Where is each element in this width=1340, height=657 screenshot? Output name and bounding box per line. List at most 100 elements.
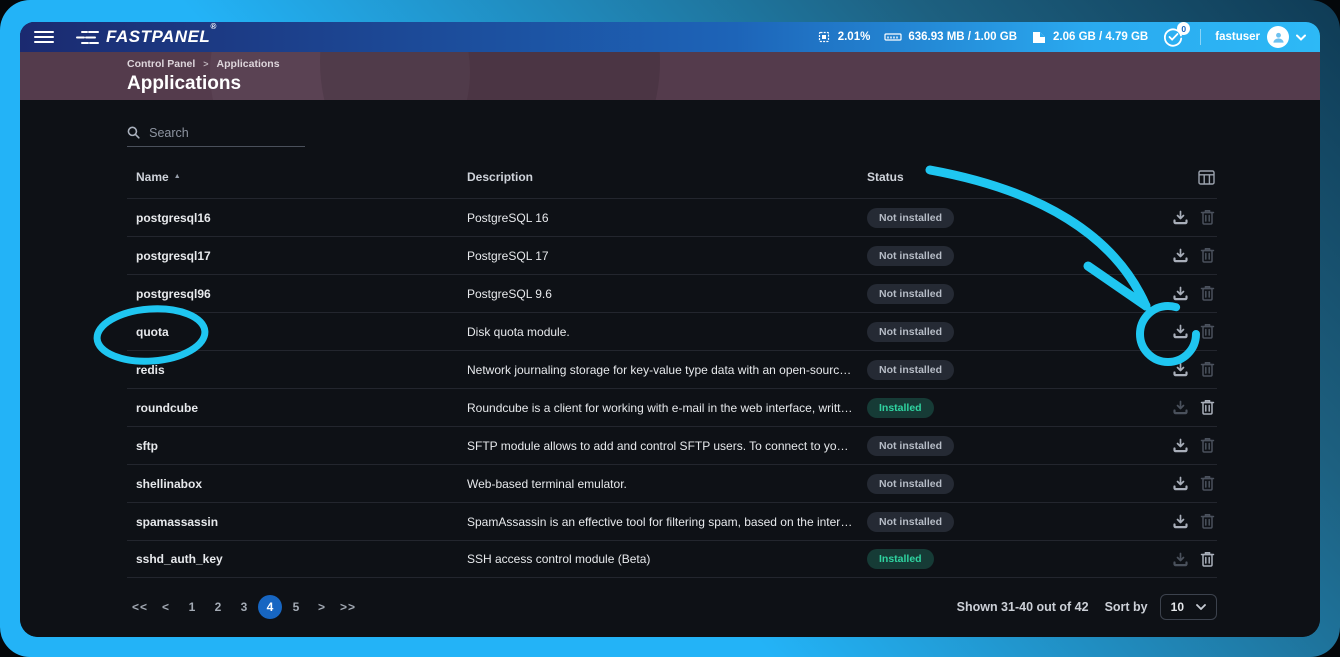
pagination-prev[interactable]: < [153, 596, 179, 618]
ram-icon [884, 30, 902, 44]
app-name: postgresql96 [127, 287, 467, 301]
install-button[interactable] [1172, 551, 1189, 568]
install-download-icon [1172, 437, 1189, 454]
column-header-name[interactable]: Name ▲ [127, 170, 467, 184]
table-row[interactable]: sshd_auth_key SSH access control module … [127, 540, 1217, 578]
app-window: FASTPANEL® 2.01% 636.93 MB / 1.00 GB [20, 22, 1320, 637]
install-download-icon [1172, 361, 1189, 378]
app-name: postgresql16 [127, 211, 467, 225]
trash-icon [1200, 209, 1215, 226]
app-status: Not installed [867, 360, 1147, 380]
table-row[interactable]: postgresql17 PostgreSQL 17 Not installed [127, 236, 1217, 274]
table-row[interactable]: quota Disk quota module. Not installed [127, 312, 1217, 350]
table-row[interactable]: roundcube Roundcube is a client for work… [127, 388, 1217, 426]
app-status: Not installed [867, 436, 1147, 456]
trash-icon [1200, 551, 1215, 568]
app-frame: FASTPANEL® 2.01% 636.93 MB / 1.00 GB [0, 0, 1340, 657]
install-button[interactable] [1172, 513, 1189, 530]
trash-icon [1200, 323, 1215, 340]
trash-icon [1200, 285, 1215, 302]
delete-button[interactable] [1200, 551, 1215, 568]
menu-icon[interactable] [34, 31, 54, 43]
table-header-row: Name ▲ Description Status [127, 170, 1217, 198]
install-button[interactable] [1172, 323, 1189, 340]
cpu-stat: 2.01% [816, 29, 871, 45]
install-button[interactable] [1172, 361, 1189, 378]
app-description: PostgreSQL 17 [467, 249, 867, 263]
status-badge: Not installed [867, 512, 954, 532]
app-description: Network journaling storage for key-value… [467, 363, 867, 377]
delete-button[interactable] [1200, 361, 1215, 378]
delete-button[interactable] [1200, 323, 1215, 340]
delete-button[interactable] [1200, 399, 1215, 416]
install-button[interactable] [1172, 437, 1189, 454]
install-button[interactable] [1172, 247, 1189, 264]
app-description: Roundcube is a client for working with e… [467, 401, 867, 415]
pagination-page-active[interactable]: 4 [258, 595, 282, 619]
app-status: Not installed [867, 284, 1147, 304]
table-row[interactable]: spamassassin SpamAssassin is an effectiv… [127, 502, 1217, 540]
page-size-value: 10 [1171, 600, 1184, 614]
cpu-icon [816, 29, 832, 45]
app-status: Not installed [867, 208, 1147, 228]
status-badge: Not installed [867, 360, 954, 380]
ram-stat: 636.93 MB / 1.00 GB [884, 30, 1017, 44]
column-settings-icon[interactable] [1198, 170, 1215, 185]
install-download-icon [1172, 513, 1189, 530]
content-area: Name ▲ Description Status postgresql16 P… [20, 100, 1320, 637]
sort-by-label: Sort by [1105, 600, 1148, 614]
app-description: PostgreSQL 9.6 [467, 287, 867, 301]
trash-icon [1200, 513, 1215, 530]
install-button[interactable] [1172, 475, 1189, 492]
pagination-page[interactable]: 2 [206, 595, 230, 619]
breadcrumb-control-panel[interactable]: Control Panel [127, 58, 195, 70]
app-name: postgresql17 [127, 249, 467, 263]
pagination-next[interactable]: > [309, 596, 335, 618]
install-download-icon [1172, 209, 1189, 226]
table-row[interactable]: redis Network journaling storage for key… [127, 350, 1217, 388]
delete-button[interactable] [1200, 247, 1215, 264]
pagination-page[interactable]: 1 [180, 595, 204, 619]
table-row[interactable]: postgresql96 PostgreSQL 9.6 Not installe… [127, 274, 1217, 312]
pagination-page[interactable]: 5 [284, 595, 308, 619]
pagination-last[interactable]: >> [335, 596, 361, 618]
delete-button[interactable] [1200, 437, 1215, 454]
install-button[interactable] [1172, 285, 1189, 302]
page-size-select[interactable]: 10 [1160, 594, 1217, 620]
install-button[interactable] [1172, 399, 1189, 416]
table-row[interactable]: shellinabox Web-based terminal emulator.… [127, 464, 1217, 502]
breadcrumb: Control Panel > Applications [127, 58, 1320, 70]
status-badge: Not installed [867, 208, 954, 228]
user-menu[interactable]: fastuser [1215, 26, 1306, 48]
avatar [1267, 26, 1289, 48]
delete-button[interactable] [1200, 475, 1215, 492]
app-name: roundcube [127, 401, 467, 415]
table-row[interactable]: sftp SFTP module allows to add and contr… [127, 426, 1217, 464]
delete-button[interactable] [1200, 513, 1215, 530]
app-name: sftp [127, 439, 467, 453]
app-name: shellinabox [127, 477, 467, 491]
sort-ascending-icon: ▲ [174, 173, 181, 180]
app-name: redis [127, 363, 467, 377]
table-row[interactable]: postgresql16 PostgreSQL 16 Not installed [127, 198, 1217, 236]
status-badge: Not installed [867, 322, 954, 342]
pagination-first[interactable]: << [127, 596, 153, 618]
search-input[interactable] [149, 126, 305, 140]
pagination: << < 12345 > >> Shown 31-40 out of 42 So… [127, 594, 1217, 620]
trash-icon [1200, 437, 1215, 454]
install-download-icon [1172, 247, 1189, 264]
search-box[interactable] [127, 125, 305, 147]
app-description: Web-based terminal emulator. [467, 477, 867, 491]
disk-stat: 2.06 GB / 4.79 GB [1031, 30, 1148, 45]
topbar: FASTPANEL® 2.01% 636.93 MB / 1.00 GB [20, 22, 1320, 52]
pagination-page[interactable]: 3 [232, 595, 256, 619]
breadcrumb-applications[interactable]: Applications [217, 58, 280, 70]
notifications-button[interactable]: 0 [1162, 26, 1186, 48]
install-download-icon [1172, 551, 1189, 568]
app-description: PostgreSQL 16 [467, 211, 867, 225]
install-button[interactable] [1172, 209, 1189, 226]
fastpanel-logo[interactable]: FASTPANEL® [76, 27, 217, 47]
disk-value: 2.06 GB / 4.79 GB [1053, 31, 1148, 43]
delete-button[interactable] [1200, 209, 1215, 226]
delete-button[interactable] [1200, 285, 1215, 302]
